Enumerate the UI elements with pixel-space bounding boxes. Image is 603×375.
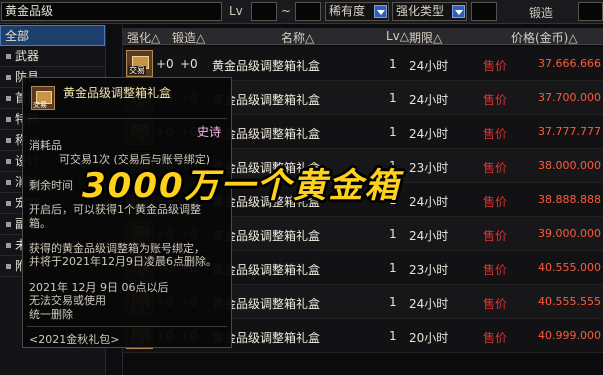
tooltip-title: 黄金品级调整箱礼盒 bbox=[63, 86, 172, 100]
cell-sale-label: 售价 bbox=[483, 229, 508, 243]
lv-label: Lv bbox=[229, 4, 243, 18]
cell-sale-label: 售价 bbox=[483, 331, 508, 345]
cell-time: 24小时 bbox=[409, 195, 449, 209]
cell-time: 24小时 bbox=[409, 127, 449, 141]
filter-bar: 黄金品级 Lv ~ 稀有度 强化类型 锻造 bbox=[0, 0, 603, 24]
cell-lv: 1 bbox=[389, 91, 397, 105]
chevron-down-icon bbox=[374, 5, 387, 18]
table-header: 强化△ 锻造△ 名称△ Lv△ 期限△ 价格(金币)△ bbox=[123, 28, 603, 45]
bullet-icon bbox=[6, 243, 11, 248]
header-lv[interactable]: Lv△ bbox=[386, 29, 409, 43]
table-row[interactable]: 交易 +0 +0 黄金品级调整箱礼盒 1 24小时 售价 37.666.666 bbox=[123, 47, 603, 81]
cell-enhance: +0 bbox=[156, 57, 174, 71]
cell-price: 40.999.000 bbox=[538, 329, 601, 342]
cell-time: 23小时 bbox=[409, 161, 449, 175]
header-price[interactable]: 价格(金币)△ bbox=[511, 29, 578, 46]
cell-time: 24小时 bbox=[409, 59, 449, 73]
category-item[interactable]: 武器 bbox=[0, 46, 105, 67]
divider bbox=[27, 118, 227, 119]
tooltip-desc-2: 箱。 bbox=[29, 217, 51, 230]
forge-input[interactable] bbox=[578, 2, 603, 21]
divider bbox=[27, 326, 227, 327]
cell-lv: 1 bbox=[389, 295, 397, 309]
cell-sale-label: 售价 bbox=[483, 161, 508, 175]
tooltip-desc-4: 并将于2021年12月9日凌晨6点删除。 bbox=[29, 255, 217, 268]
cell-lv: 1 bbox=[389, 57, 397, 71]
cell-price: 40.555.000 bbox=[538, 261, 601, 274]
cell-time: 24小时 bbox=[409, 297, 449, 311]
bullet-icon bbox=[6, 201, 11, 206]
search-input[interactable]: 黄金品级 bbox=[1, 2, 222, 21]
cell-name: 黄金品级调整箱礼盒 bbox=[212, 59, 321, 73]
header-time[interactable]: 期限△ bbox=[409, 29, 442, 46]
cell-price: 40.555.555 bbox=[538, 295, 601, 308]
category-label: 全部 bbox=[5, 29, 30, 43]
chevron-down-icon bbox=[452, 5, 465, 18]
enhance-type-select-label: 强化类型 bbox=[396, 4, 445, 18]
bullet-icon bbox=[6, 75, 11, 80]
bullet-icon bbox=[6, 54, 11, 59]
item-tooltip: 交易 黄金品级调整箱礼盒 史诗 消耗品 可交易1次 (交易后与账号绑定) 剩余时… bbox=[22, 77, 232, 348]
cell-time: 24小时 bbox=[409, 229, 449, 243]
enhance-min-input[interactable] bbox=[471, 2, 497, 21]
cell-price: 39.000.000 bbox=[538, 227, 601, 240]
bullet-icon bbox=[6, 222, 11, 227]
cell-lv: 1 bbox=[389, 261, 397, 275]
tooltip-footer: <2021金秋礼包> bbox=[29, 333, 120, 346]
bullet-icon bbox=[6, 117, 11, 122]
forge-label: 锻造 bbox=[529, 6, 554, 20]
bullet-icon bbox=[6, 96, 11, 101]
cell-price: 38.888.888 bbox=[538, 193, 601, 206]
trade-tag: 交易 bbox=[128, 66, 146, 75]
cell-time: 20小时 bbox=[409, 331, 449, 345]
cell-lv: 1 bbox=[389, 329, 397, 343]
cell-time: 24小时 bbox=[409, 93, 449, 107]
header-forge[interactable]: 锻造△ bbox=[172, 29, 205, 46]
cell-lv: 1 bbox=[389, 125, 397, 139]
header-name[interactable]: 名称△ bbox=[281, 29, 314, 46]
category-label: 武器 bbox=[15, 49, 40, 63]
cell-sale-label: 售价 bbox=[483, 263, 508, 277]
lv-min-input[interactable] bbox=[251, 2, 277, 21]
rarity-select[interactable]: 稀有度 bbox=[325, 2, 389, 21]
rarity-select-label: 稀有度 bbox=[329, 4, 366, 18]
cell-forge: +0 bbox=[180, 57, 198, 71]
bullet-icon bbox=[6, 264, 11, 269]
tooltip-expire-3: 统一删除 bbox=[29, 308, 73, 321]
bullet-icon bbox=[6, 159, 11, 164]
cell-sale-label: 售价 bbox=[483, 59, 508, 73]
lv-max-input[interactable] bbox=[295, 2, 321, 21]
lv-range-dash: ~ bbox=[281, 4, 292, 18]
gift-box-icon: 交易 bbox=[31, 86, 55, 110]
category-item[interactable]: 全部 bbox=[0, 25, 105, 46]
cell-time: 23小时 bbox=[409, 263, 449, 277]
overlay-banner-text: 3000万一个黄金箱 bbox=[82, 166, 401, 206]
cell-price: 38.000.000 bbox=[538, 159, 601, 172]
gift-box-icon: 交易 bbox=[126, 50, 153, 77]
cell-lv: 1 bbox=[389, 227, 397, 241]
cell-sale-label: 售价 bbox=[483, 297, 508, 311]
header-enhance[interactable]: 强化△ bbox=[127, 29, 160, 46]
cell-price: 37.777.777 bbox=[538, 125, 601, 138]
bullet-icon bbox=[6, 138, 11, 143]
cell-price: 37.666.666 bbox=[538, 57, 601, 70]
cell-price: 37.700.000 bbox=[538, 91, 601, 104]
trade-tag: 交易 bbox=[33, 101, 47, 109]
cell-sale-label: 售价 bbox=[483, 93, 508, 107]
enhance-type-select[interactable]: 强化类型 bbox=[392, 2, 467, 21]
bullet-icon bbox=[6, 180, 11, 185]
cell-sale-label: 售价 bbox=[483, 195, 508, 209]
cell-sale-label: 售价 bbox=[483, 127, 508, 141]
